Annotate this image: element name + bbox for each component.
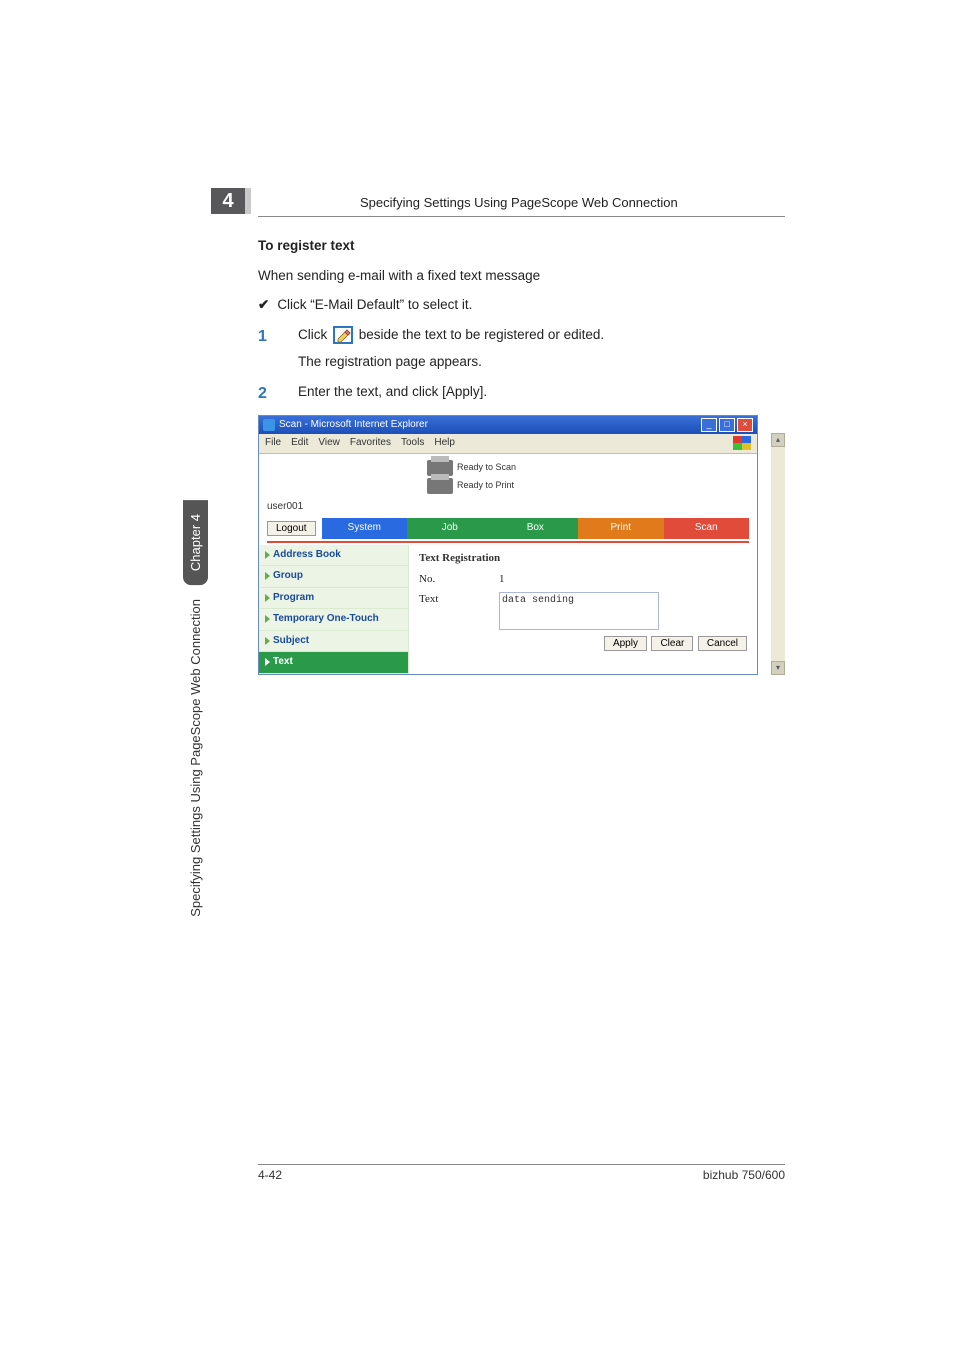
content-area: To register text When sending e-mail wit… xyxy=(258,236,785,675)
menubar: File Edit View Favorites Tools Help xyxy=(259,434,757,454)
menu-edit[interactable]: Edit xyxy=(291,436,308,451)
windows-flag-icon xyxy=(733,436,751,450)
checklist-item: Click “E-Mail Default” to select it. xyxy=(258,295,785,315)
window-title: Scan - Microsoft Internet Explorer xyxy=(279,418,428,433)
panel-title: Text Registration xyxy=(419,551,747,567)
footer-page-number: 4-42 xyxy=(258,1168,282,1182)
window-titlebar: Scan - Microsoft Internet Explorer _ □ × xyxy=(259,416,757,434)
step-body: Click beside the text to be registered o… xyxy=(298,325,785,372)
right-pane: Text Registration No. 1 Text Apply Clear xyxy=(409,545,757,674)
step-number: 2 xyxy=(258,382,298,405)
screenshot: Scan - Microsoft Internet Explorer _ □ ×… xyxy=(258,415,785,675)
page-header-title: Specifying Settings Using PageScope Web … xyxy=(360,195,678,210)
tab-underline xyxy=(267,541,749,543)
tab-box[interactable]: Box xyxy=(493,518,578,539)
footer-rule xyxy=(258,1164,785,1165)
status-scan: Ready to Scan xyxy=(457,461,516,474)
tab-job[interactable]: Job xyxy=(407,518,492,539)
left-nav: Address Book Group Program Temporary One… xyxy=(259,545,409,674)
menu-help[interactable]: Help xyxy=(434,436,455,451)
step1-pre: Click xyxy=(298,327,331,342)
step-body: Enter the text, and click [Apply]. xyxy=(298,382,785,402)
nav-group[interactable]: Group xyxy=(259,566,408,588)
menu-tools[interactable]: Tools xyxy=(401,436,424,451)
no-label: No. xyxy=(419,572,499,588)
intro-text: When sending e-mail with a fixed text me… xyxy=(258,266,785,286)
printer-icon xyxy=(427,478,453,494)
nav-text[interactable]: Text xyxy=(259,652,408,674)
header-rule xyxy=(258,216,785,217)
close-button[interactable]: × xyxy=(737,418,753,432)
menu-file[interactable]: File xyxy=(265,436,281,451)
scroll-up-button[interactable]: ▴ xyxy=(771,433,785,447)
text-label: Text xyxy=(419,592,499,630)
nav-address-book[interactable]: Address Book xyxy=(259,545,408,567)
step-number: 1 xyxy=(258,325,298,348)
nav-subject[interactable]: Subject xyxy=(259,631,408,653)
tab-system[interactable]: System xyxy=(322,518,407,539)
side-long-label: Specifying Settings Using PageScope Web … xyxy=(183,585,208,931)
user-label: user001 xyxy=(267,500,749,515)
step-row: 2 Enter the text, and click [Apply]. xyxy=(258,382,785,405)
chapter-number-badge: 4 xyxy=(211,188,245,214)
scrollbar[interactable]: ▴ ▾ xyxy=(771,433,785,675)
side-tab: Chapter 4 Specifying Settings Using Page… xyxy=(180,500,210,1000)
tab-scan[interactable]: Scan xyxy=(664,518,749,539)
text-input[interactable] xyxy=(499,592,659,630)
clear-button[interactable]: Clear xyxy=(651,636,693,651)
menu-favorites[interactable]: Favorites xyxy=(350,436,391,451)
nav-program[interactable]: Program xyxy=(259,588,408,610)
footer-model: bizhub 750/600 xyxy=(703,1168,785,1182)
nav-temporary-one-touch[interactable]: Temporary One-Touch xyxy=(259,609,408,631)
maximize-button[interactable]: □ xyxy=(719,418,735,432)
minimize-button[interactable]: _ xyxy=(701,418,717,432)
logout-button[interactable]: Logout xyxy=(267,521,316,536)
no-value: 1 xyxy=(499,572,505,588)
ie-icon xyxy=(263,419,275,431)
scroll-down-button[interactable]: ▾ xyxy=(771,661,785,675)
tab-print[interactable]: Print xyxy=(578,518,663,539)
step1-sub: The registration page appears. xyxy=(298,352,785,372)
menu-view[interactable]: View xyxy=(318,436,340,451)
step-row: 1 Click beside the text to be registered… xyxy=(258,325,785,372)
step1-post: beside the text to be registered or edit… xyxy=(359,327,604,342)
side-chapter-label: Chapter 4 xyxy=(183,500,208,585)
sub-heading: To register text xyxy=(258,236,785,256)
browser-body: Ready to Scan Ready to Print user001 Log… xyxy=(259,454,757,674)
status-print: Ready to Print xyxy=(457,479,514,492)
cancel-button[interactable]: Cancel xyxy=(698,636,747,651)
chapter-number-shadow xyxy=(245,188,251,214)
apply-button[interactable]: Apply xyxy=(604,636,647,651)
edit-icon xyxy=(333,326,353,344)
